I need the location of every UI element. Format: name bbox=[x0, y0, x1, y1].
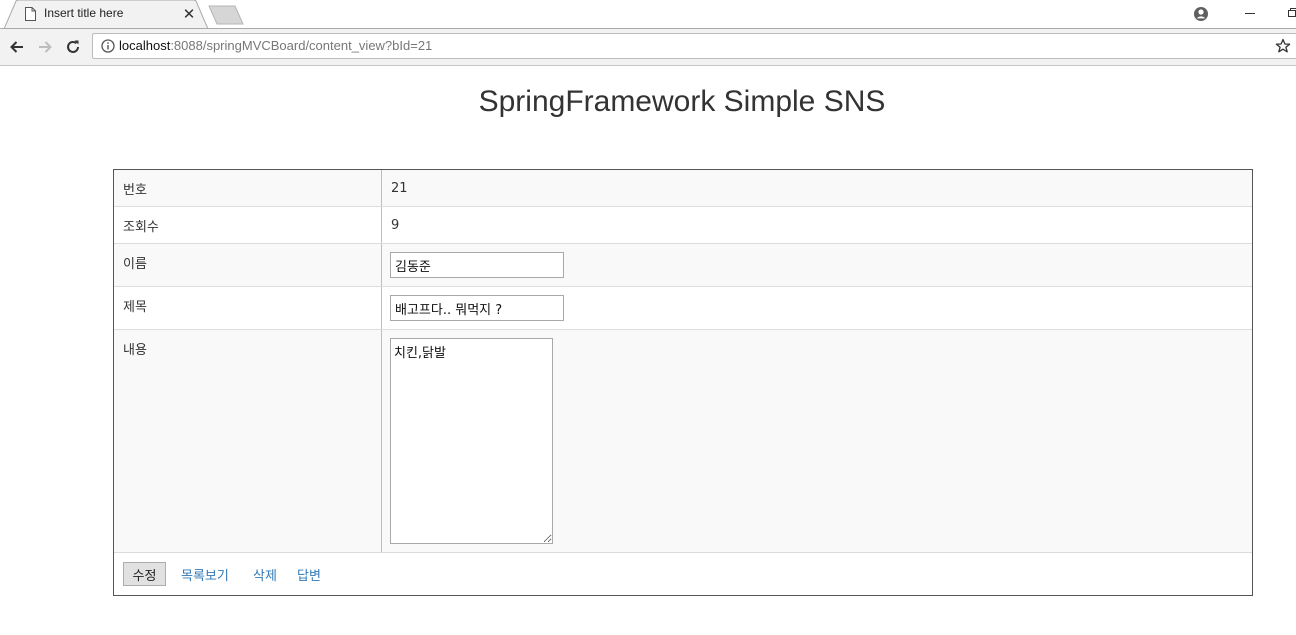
row-name: 이름 bbox=[114, 244, 1252, 287]
label-title: 제목 bbox=[123, 300, 147, 315]
content-textarea[interactable]: 치킨,닭발 bbox=[390, 338, 553, 544]
edit-button[interactable]: 수정 bbox=[123, 562, 166, 586]
row-content: 내용 치킨,닭발 bbox=[114, 330, 1252, 553]
tab-title: Insert title here bbox=[44, 6, 124, 20]
row-hit: 조회수 9 bbox=[114, 207, 1252, 244]
column-divider bbox=[381, 330, 382, 552]
info-icon[interactable] bbox=[101, 39, 115, 53]
title-input[interactable] bbox=[390, 295, 564, 321]
column-divider bbox=[381, 207, 382, 243]
back-arrow-icon[interactable] bbox=[8, 38, 26, 56]
content-view-table: 번호 21 조회수 9 이름 제목 내용 치킨,닭발 수정 목록보기 삭제 답변 bbox=[113, 169, 1253, 596]
list-link[interactable]: 목록보기 bbox=[181, 565, 229, 584]
browser-tabstrip: Insert title here ✕ bbox=[0, 0, 1296, 30]
url-host: localhost bbox=[119, 38, 171, 53]
minimize-icon[interactable] bbox=[1245, 13, 1255, 14]
label-id: 번호 bbox=[123, 183, 147, 198]
account-icon[interactable] bbox=[1193, 6, 1209, 22]
restore-icon[interactable] bbox=[1288, 8, 1296, 17]
label-content: 내용 bbox=[123, 343, 147, 358]
column-divider bbox=[381, 170, 382, 206]
reload-icon[interactable] bbox=[64, 38, 82, 56]
forward-arrow-icon[interactable] bbox=[36, 38, 54, 56]
bookmark-star-icon[interactable] bbox=[1275, 38, 1291, 54]
new-tab-button[interactable] bbox=[207, 5, 245, 25]
reply-link[interactable]: 답변 bbox=[297, 565, 321, 584]
page-icon bbox=[25, 7, 36, 21]
name-input[interactable] bbox=[390, 252, 564, 278]
url-text: localhost:8088/springMVCBoard/content_vi… bbox=[119, 38, 432, 53]
page-title: SpringFramework Simple SNS bbox=[478, 85, 886, 118]
tab-close-icon[interactable]: ✕ bbox=[181, 6, 197, 22]
value-hit: 9 bbox=[391, 218, 400, 233]
row-id: 번호 21 bbox=[114, 170, 1252, 207]
column-divider bbox=[381, 244, 382, 286]
label-name: 이름 bbox=[123, 257, 147, 272]
column-divider bbox=[381, 287, 382, 329]
value-id: 21 bbox=[391, 181, 408, 196]
actions-row: 수정 목록보기 삭제 답변 bbox=[114, 553, 1252, 595]
label-hit: 조회수 bbox=[123, 220, 159, 235]
row-title: 제목 bbox=[114, 287, 1252, 330]
address-bar[interactable]: localhost:8088/springMVCBoard/content_vi… bbox=[92, 33, 1296, 59]
url-path: :8088/springMVCBoard/content_view?bId=21 bbox=[170, 38, 433, 53]
delete-link[interactable]: 삭제 bbox=[253, 565, 277, 584]
browser-toolbar: localhost:8088/springMVCBoard/content_vi… bbox=[0, 29, 1296, 66]
